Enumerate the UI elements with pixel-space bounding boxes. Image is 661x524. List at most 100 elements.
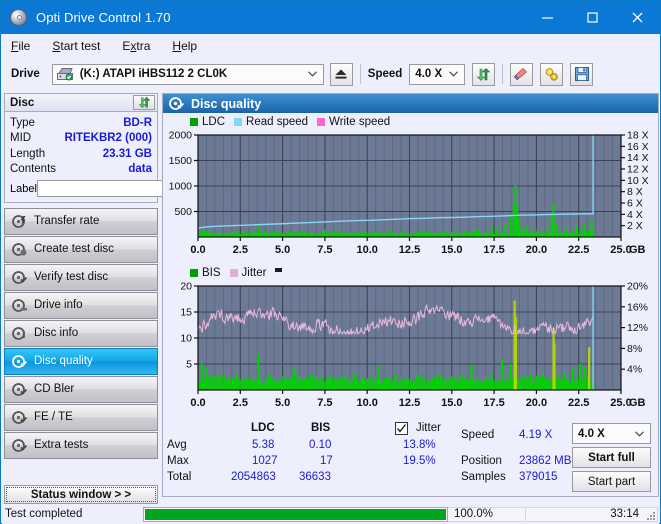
- start-part-button[interactable]: Start part: [572, 471, 651, 492]
- disc-row-value: BD-R: [123, 116, 152, 129]
- chart-top-legend: LDC Read speed Write speed: [190, 115, 390, 128]
- menu-item-extra[interactable]: Extra: [122, 39, 150, 53]
- menu-item-help[interactable]: Help: [172, 39, 197, 53]
- disc-row-key: Contents: [10, 163, 57, 176]
- toolbar-separator-2: [502, 64, 504, 84]
- disc-label-row: Label: [10, 179, 240, 198]
- stats-header-ldc: LDC: [251, 422, 275, 434]
- sidebar-item-label: FE / TE: [34, 410, 73, 423]
- app-window: Opti Drive Control 1.70 File Start test …: [0, 0, 661, 524]
- legend-label-jitter: Jitter: [241, 266, 267, 279]
- disc-row-contents: Contents data: [10, 162, 152, 178]
- minimize-button[interactable]: [525, 1, 570, 34]
- resize-grip-icon[interactable]: [646, 511, 656, 521]
- svg-text:10.0: 10.0: [356, 244, 377, 256]
- refresh-icon: [138, 96, 150, 109]
- svg-text:5.0: 5.0: [275, 397, 290, 409]
- svg-text:5.0: 5.0: [275, 244, 290, 256]
- sidebar-item-create-test-disc[interactable]: Create test disc: [4, 236, 158, 263]
- svg-text:2 X: 2 X: [627, 220, 643, 232]
- stats-position-label: Position: [461, 455, 502, 467]
- svg-text:20: 20: [180, 281, 192, 293]
- content-header: Disc quality: [163, 94, 658, 113]
- sidebar-item-disc-quality[interactable]: Disc quality: [4, 348, 158, 375]
- svg-text:GB: GB: [629, 397, 646, 409]
- svg-text:22.5: 22.5: [568, 397, 589, 409]
- test-speed-value: 4.0 X: [578, 427, 605, 440]
- menu-item-start-test[interactable]: Start test: [52, 39, 100, 53]
- svg-text:1000: 1000: [169, 181, 193, 193]
- sidebar-item-label: Disc info: [34, 326, 79, 339]
- sidebar-item-label: Drive info: [34, 298, 83, 311]
- window-controls: [525, 1, 660, 34]
- status-bar: Test completed 100.0% 33:14: [2, 504, 659, 524]
- jitter-checkbox[interactable]: [395, 422, 408, 435]
- svg-text:0.0: 0.0: [190, 397, 205, 409]
- save-button[interactable]: [570, 62, 594, 86]
- stats-total-ldc: 2054863: [231, 471, 276, 483]
- eject-icon: [335, 69, 347, 79]
- sidebar-item-verify-test-disc[interactable]: Verify test disc: [4, 264, 158, 291]
- chevron-down-icon: [449, 68, 459, 80]
- svg-text:20.0: 20.0: [526, 244, 547, 256]
- erase-button[interactable]: [510, 62, 534, 86]
- sidebar-item-fe-te[interactable]: FE / TE: [4, 404, 158, 431]
- speed-label: Speed: [367, 68, 403, 80]
- nav-list: Transfer rate Create test disc Verify te…: [4, 208, 158, 459]
- sidebar-item-disc-info[interactable]: Disc info: [4, 320, 158, 347]
- close-button[interactable]: [615, 1, 660, 34]
- page-title: Disc quality: [191, 96, 262, 111]
- disc-row-value: 23.31 GB: [102, 147, 152, 160]
- stats-speed-label: Speed: [461, 429, 495, 441]
- speed-select[interactable]: 4.0 X: [409, 63, 466, 85]
- sidebar-item-label: Create test disc: [34, 242, 114, 255]
- svg-text:12.5: 12.5: [399, 397, 420, 409]
- svg-text:12%: 12%: [627, 322, 648, 334]
- legend-label-bis: BIS: [202, 266, 221, 279]
- svg-text:15.0: 15.0: [441, 397, 462, 409]
- test-speed-select[interactable]: 4.0 X: [572, 423, 651, 444]
- start-full-button[interactable]: Start full: [572, 447, 651, 468]
- sidebar-item-transfer-rate[interactable]: Transfer rate: [4, 208, 158, 235]
- sidebar-item-drive-info[interactable]: Drive info: [4, 292, 158, 319]
- title-bar: Opti Drive Control 1.70: [1, 1, 660, 34]
- refresh-button[interactable]: [472, 62, 496, 86]
- stats-max-jitter: 19.5%: [403, 455, 436, 467]
- elapsed-time: 33:14: [526, 506, 658, 522]
- chevron-down-icon: [307, 68, 317, 80]
- stats-max-ldc: 1027: [252, 455, 278, 467]
- stats-row-label-avg: Avg: [167, 439, 187, 451]
- svg-text:20.0: 20.0: [526, 397, 547, 409]
- disc-row-length: Length 23.31 GB: [10, 146, 152, 162]
- status-message: Test completed: [5, 508, 83, 520]
- svg-text:2.5: 2.5: [233, 397, 248, 409]
- chart-bottom: BIS Jitter 20 15 10 5 20% 16% 12% 8% 4% 0.0 2.5 5.0…: [163, 266, 658, 416]
- window-title: Opti Drive Control 1.70: [36, 10, 171, 25]
- svg-text:1500: 1500: [169, 155, 193, 167]
- sidebar-item-cd-bler[interactable]: CD Bler: [4, 376, 158, 403]
- disc-refresh-button[interactable]: [133, 95, 155, 110]
- stats-position-value: 23862 MB: [519, 455, 572, 467]
- sidebar-item-label: Transfer rate: [34, 214, 100, 227]
- svg-text:2.5: 2.5: [233, 244, 248, 256]
- svg-text:17.5: 17.5: [483, 244, 504, 256]
- stats-samples-value: 379015: [519, 471, 558, 483]
- disc-panel-header: Disc: [4, 93, 158, 112]
- drive-icon: [56, 67, 74, 81]
- drive-toolbar: Drive (K:) ATAPI iHBS112 2 CL0K Speed 4.…: [2, 57, 659, 91]
- eject-button[interactable]: [329, 62, 353, 86]
- drive-select[interactable]: (K:) ATAPI iHBS112 2 CL0K: [51, 63, 324, 85]
- progress-percent: 100.0%: [448, 506, 526, 522]
- disc-create-icon: [12, 242, 27, 257]
- stats-panel: LDC BIS Jitter Avg 5.38 0.10 13.8% Max 1…: [163, 420, 658, 498]
- disc-drive-icon: [12, 298, 27, 313]
- tools-button[interactable]: [540, 62, 564, 86]
- disc-info-icon: [12, 326, 27, 341]
- legend-label-ldc: LDC: [202, 115, 226, 128]
- status-window-button[interactable]: Status window > >: [4, 485, 158, 504]
- disc-extra-icon: [12, 438, 28, 453]
- menu-item-file[interactable]: File: [11, 39, 30, 53]
- legend-marker: [275, 267, 283, 272]
- maximize-button[interactable]: [570, 1, 615, 34]
- sidebar-item-extra-tests[interactable]: Extra tests: [4, 432, 158, 459]
